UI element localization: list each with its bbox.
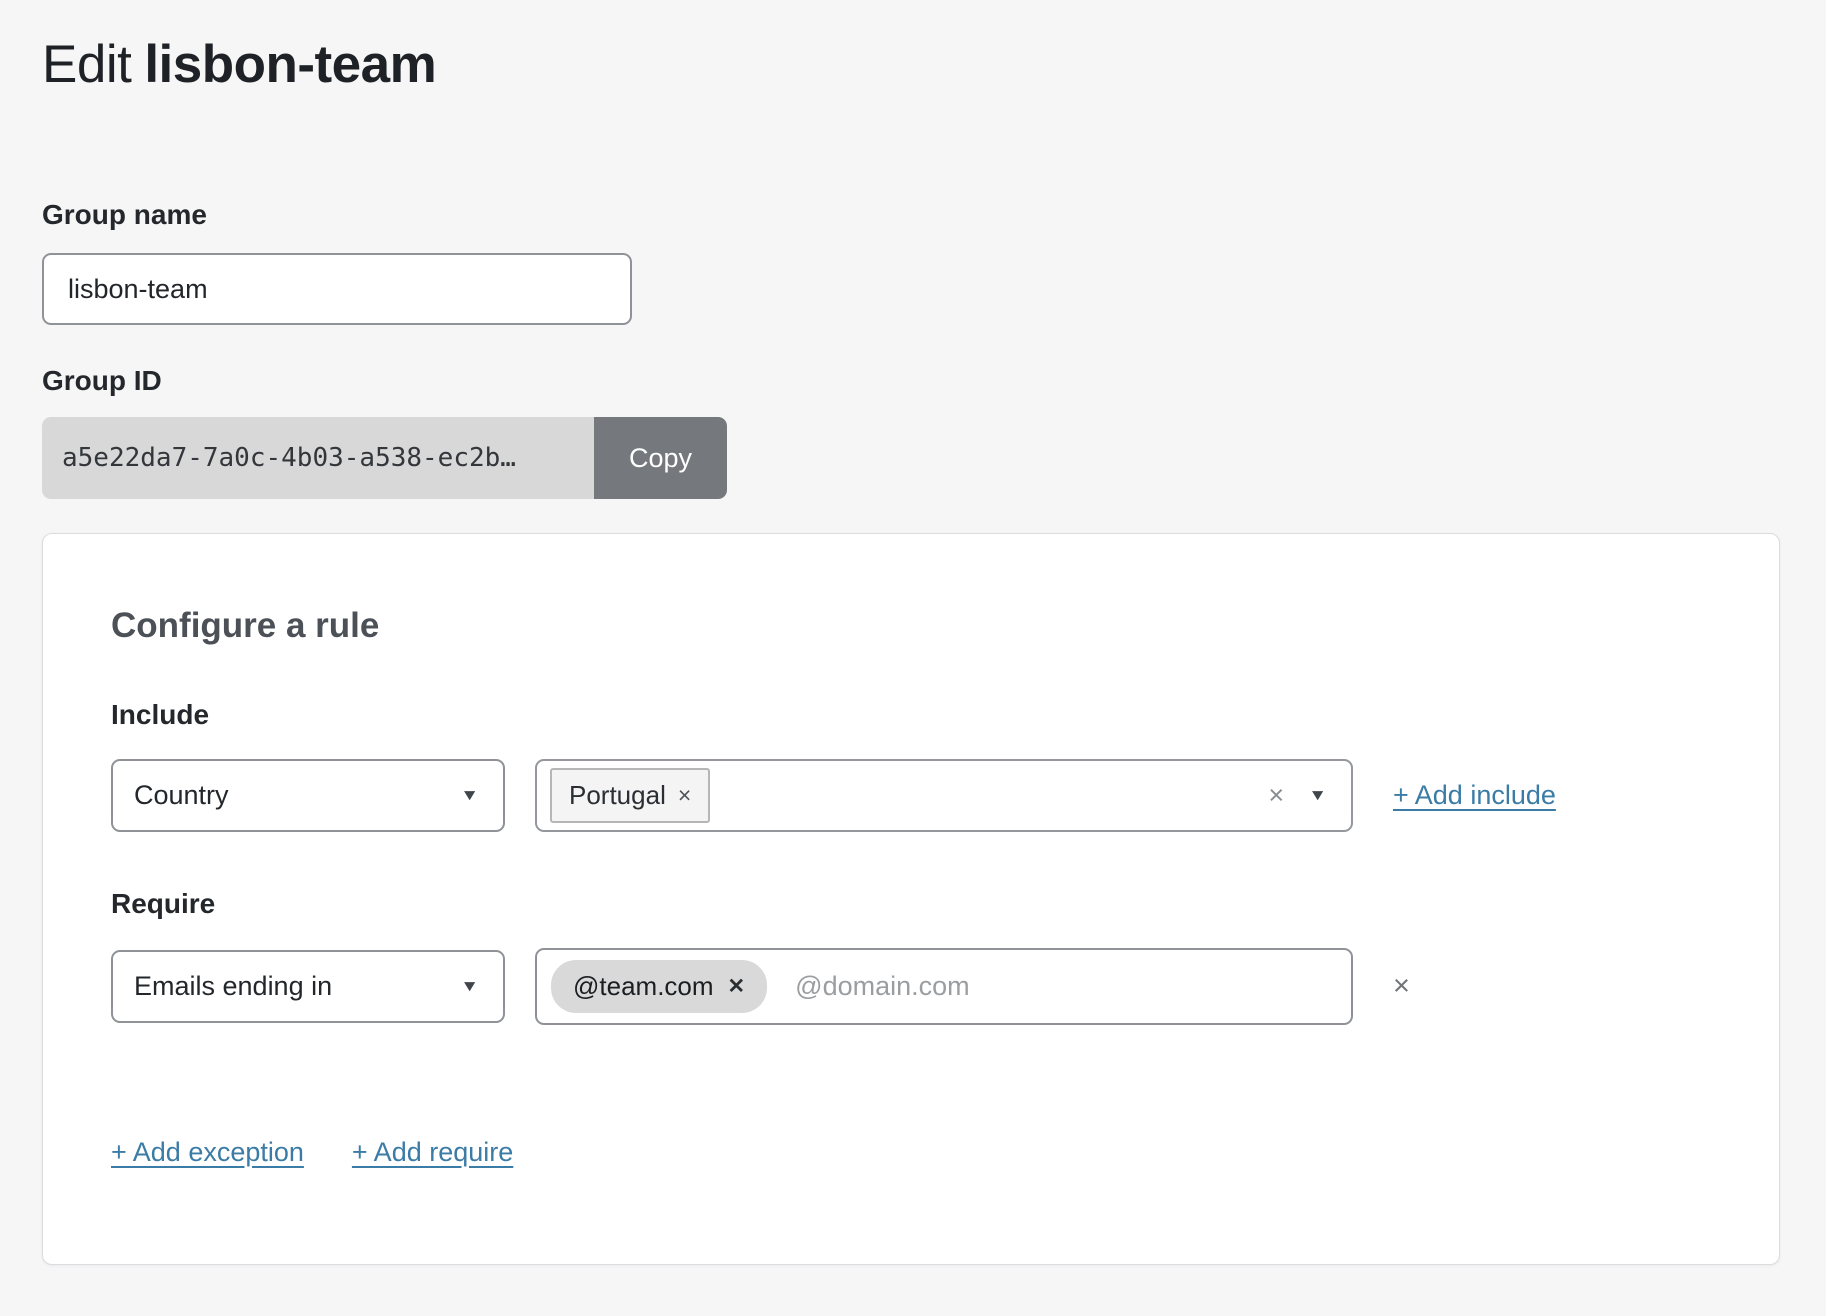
include-selector[interactable]: Country ▼ <box>111 759 505 832</box>
group-id-row: a5e22da7-7a0c-4b03-a538-ec2b… Copy <box>42 417 727 499</box>
require-rule-row: Emails ending in ▼ @team.com ✕ × <box>111 948 1711 1025</box>
edit-group-page: Editlisbon-team Group name Group ID a5e2… <box>0 0 1826 1316</box>
add-require-link[interactable]: + Add require <box>352 1137 513 1168</box>
remove-require-rule-icon[interactable]: × <box>1393 972 1410 1001</box>
include-rule-row: Country ▼ Portugal × × ▼ + Add include <box>111 759 1711 832</box>
chevron-down-icon: ▼ <box>460 979 479 995</box>
page-title-prefix: Edit <box>42 35 131 94</box>
email-domain-input[interactable] <box>793 970 1331 1003</box>
page-title: Editlisbon-team <box>42 0 1786 95</box>
page-title-group-name: lisbon-team <box>144 35 436 94</box>
tag-label: Portugal <box>569 780 666 811</box>
require-selector[interactable]: Emails ending in ▼ <box>111 950 505 1023</box>
clear-selection-icon[interactable]: × <box>1268 782 1284 809</box>
selected-tag-portugal: Portugal × <box>550 768 710 823</box>
group-name-input[interactable] <box>42 253 632 325</box>
require-selector-value: Emails ending in <box>134 971 332 1002</box>
rule-footer-links: + Add exception + Add require <box>111 1137 1711 1168</box>
add-include-link[interactable]: + Add include <box>1393 780 1556 811</box>
rule-card: Configure a rule Include Country ▼ Portu… <box>42 533 1780 1265</box>
add-exception-link[interactable]: + Add exception <box>111 1137 304 1168</box>
chevron-down-icon[interactable]: ▼ <box>1308 788 1327 804</box>
multiselect-icons: × ▼ <box>1268 782 1327 809</box>
group-id-label: Group ID <box>42 367 1786 395</box>
group-name-label: Group name <box>42 201 1786 229</box>
tag-label: @team.com <box>573 971 714 1002</box>
include-value-multiselect[interactable]: Portugal × × ▼ <box>535 759 1353 832</box>
include-selector-value: Country <box>134 780 229 811</box>
require-value-input-box[interactable]: @team.com ✕ <box>535 948 1353 1025</box>
rule-card-title: Configure a rule <box>111 608 1711 643</box>
remove-tag-icon[interactable]: × <box>678 784 691 807</box>
selected-tag-team-com: @team.com ✕ <box>551 960 767 1013</box>
remove-tag-icon[interactable]: ✕ <box>728 976 746 997</box>
chevron-down-icon: ▼ <box>460 788 479 804</box>
group-id-value: a5e22da7-7a0c-4b03-a538-ec2b… <box>42 417 594 499</box>
copy-button[interactable]: Copy <box>594 417 727 499</box>
include-label: Include <box>111 701 1711 729</box>
require-label: Require <box>111 890 1711 918</box>
